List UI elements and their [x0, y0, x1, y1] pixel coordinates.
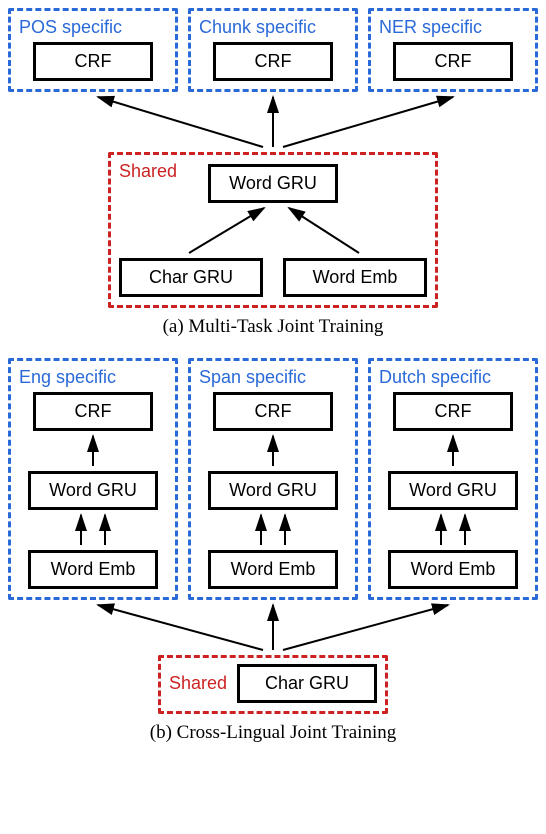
group-shared-b: Shared Char GRU: [158, 655, 388, 714]
word-emb-block: Word Emb: [28, 550, 158, 589]
crf-block: CRF: [213, 392, 333, 431]
arrow-pair-icon: [243, 510, 303, 550]
arrows-b: [8, 600, 538, 655]
caption-a: (a) Multi-Task Joint Training: [8, 316, 538, 338]
arrow-pair-icon: [63, 510, 123, 550]
group-label: Eng specific: [19, 367, 116, 388]
word-gru-block: Word GRU: [388, 471, 518, 510]
group-label: Span specific: [199, 367, 306, 388]
group-label: Chunk specific: [199, 17, 316, 38]
group-shared-a: Shared Word GRU Char GRU Word Emb: [108, 152, 438, 308]
caption-b: (b) Cross-Lingual Joint Training: [8, 722, 538, 744]
crf-block: CRF: [213, 42, 333, 81]
arrow-up-icon: [253, 431, 293, 471]
fig-b-shared-wrap: Shared Char GRU: [8, 655, 538, 714]
char-gru-block: Char GRU: [119, 258, 263, 297]
group-eng-specific: Eng specific CRF Word GRU Word Emb: [8, 358, 178, 600]
fig-a-shared-wrap: Shared Word GRU Char GRU Word Emb: [8, 152, 538, 308]
word-gru-block: Word GRU: [208, 164, 338, 203]
word-emb-block: Word Emb: [283, 258, 427, 297]
group-label: POS specific: [19, 17, 122, 38]
crf-block: CRF: [393, 392, 513, 431]
group-dutch-specific: Dutch specific CRF Word GRU Word Emb: [368, 358, 538, 600]
word-emb-block: Word Emb: [208, 550, 338, 589]
figure-b: Eng specific CRF Word GRU Word Emb Span …: [8, 358, 538, 744]
group-label: Dutch specific: [379, 367, 491, 388]
group-label: NER specific: [379, 17, 482, 38]
char-gru-block: Char GRU: [237, 664, 377, 703]
arrow-up-icon: [73, 431, 113, 471]
arrow-up-icon: [433, 431, 473, 471]
group-label: Shared: [169, 673, 227, 694]
crf-block: CRF: [33, 392, 153, 431]
fig-b-columns: Eng specific CRF Word GRU Word Emb Span …: [8, 358, 538, 600]
group-ner-specific: NER specific CRF: [368, 8, 538, 92]
group-chunk-specific: Chunk specific CRF: [188, 8, 358, 92]
fig-a-top-row: POS specific CRF Chunk specific CRF NER …: [8, 8, 538, 92]
word-gru-block: Word GRU: [208, 471, 338, 510]
word-emb-block: Word Emb: [388, 550, 518, 589]
arrows-a-bottom: [119, 203, 429, 258]
figure-a: POS specific CRF Chunk specific CRF NER …: [8, 8, 538, 338]
arrow-pair-icon: [423, 510, 483, 550]
arrows-a-top: [8, 92, 538, 152]
group-pos-specific: POS specific CRF: [8, 8, 178, 92]
group-span-specific: Span specific CRF Word GRU Word Emb: [188, 358, 358, 600]
crf-block: CRF: [33, 42, 153, 81]
crf-block: CRF: [393, 42, 513, 81]
word-gru-block: Word GRU: [28, 471, 158, 510]
